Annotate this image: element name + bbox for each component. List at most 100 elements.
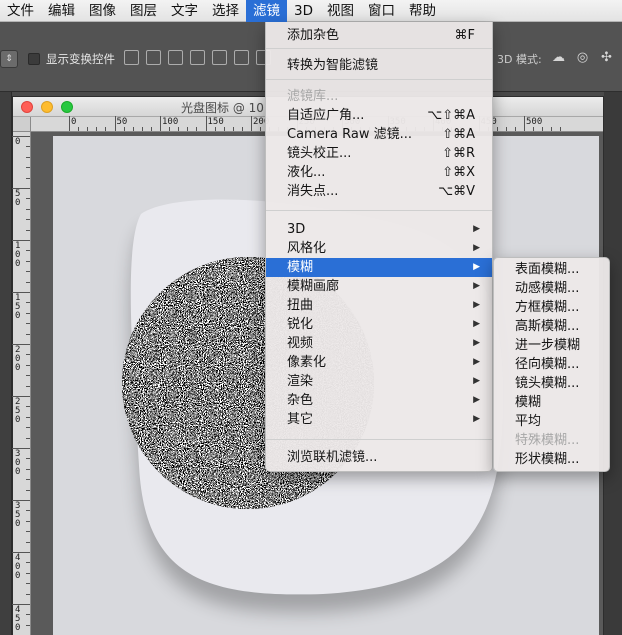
align-right-icon[interactable] (234, 50, 249, 65)
filter-menu-item[interactable]: 3D ▶ (266, 220, 492, 239)
filter-menu-item[interactable]: 其它 ▶ (266, 410, 492, 429)
ruler-minor-tick (560, 127, 562, 131)
filter-menu-item[interactable]: 模糊画廊 ▶ (266, 277, 492, 296)
filter-menu-item[interactable]: 镜头校正... ⇧⌘R (266, 144, 492, 163)
align-hcenter-icon[interactable] (212, 50, 227, 65)
blur-menu-item[interactable]: 平均 (494, 412, 609, 431)
ruler-origin[interactable] (13, 117, 31, 132)
blur-menu-item[interactable]: 动感模糊... (494, 279, 609, 298)
ruler-minor-tick (26, 250, 30, 252)
ruler-minor-tick (26, 364, 30, 366)
align-top-icon[interactable] (124, 50, 139, 65)
orbit-icon[interactable]: ☁ (550, 49, 567, 66)
blur-menu-item[interactable]: 镜头模糊... (494, 374, 609, 393)
menu-help[interactable]: 帮助 (402, 0, 443, 22)
menu-view[interactable]: 视图 (320, 0, 361, 22)
filter-menu-item[interactable]: 浏览联机滤镜... (266, 448, 492, 467)
ruler-minor-tick (26, 229, 30, 231)
filter-menu-item[interactable]: 添加杂色 ⌘F (266, 26, 492, 45)
vertical-ruler[interactable]: 0 5 0 1 0 0 1 5 0 2 0 0 2 5 0 3 0 0 3 5 0 4 0 0 4… (12, 132, 31, 635)
tool-preset-stepper[interactable]: ⇕ (0, 50, 18, 68)
menu-window[interactable]: 窗口 (361, 0, 402, 22)
menu-item-label: 渲染 (287, 374, 314, 389)
ruler-minor-tick (26, 354, 30, 356)
ruler-minor-tick (26, 385, 30, 387)
filter-menu-item[interactable]: 锐化 ▶ (266, 315, 492, 334)
ruler-minor-tick (542, 127, 544, 131)
roll-icon[interactable]: ◎ (574, 49, 591, 66)
menu-filter[interactable]: 滤镜 (246, 0, 287, 22)
menu-item-label: 模糊 (287, 260, 314, 275)
menu-item-shortcut: ⌘F (454, 28, 475, 43)
ruler-tick (160, 116, 161, 131)
menu-item-label: 其它 (287, 412, 314, 427)
blur-menu-item[interactable]: 径向模糊... (494, 355, 609, 374)
ruler-tick (114, 116, 116, 131)
ruler-minor-tick (26, 583, 30, 585)
menu-edit[interactable]: 编辑 (41, 0, 82, 22)
menu-item-label: 镜头校正... (287, 146, 352, 161)
filter-menu-item[interactable]: 扭曲 ▶ (266, 296, 492, 315)
pan-icon[interactable]: ✣ (598, 49, 615, 66)
filter-menu-item[interactable]: 自适应广角... ⌥⇧⌘A (266, 106, 492, 125)
submenu-arrow-icon: ▶ (473, 319, 480, 329)
blur-menu-item[interactable]: 形状模糊... (494, 450, 609, 469)
filter-menu-item[interactable]: 风格化 ▶ (266, 239, 492, 258)
menu-3d[interactable]: 3D (287, 0, 320, 22)
ruler-minor-tick (26, 208, 30, 210)
ruler-minor-tick (26, 531, 30, 533)
blur-menu-item[interactable]: 进一步模糊 (494, 336, 609, 355)
submenu-arrow-icon: ▶ (473, 300, 480, 310)
menu-item-label: 滤镜库... (287, 89, 339, 104)
ruler-minor-tick (178, 127, 180, 131)
filter-menu-item[interactable]: Camera Raw 滤镜... ⇧⌘A (266, 125, 492, 144)
menu-item-label: 视频 (287, 336, 314, 351)
filter-menu-item[interactable]: 液化... ⇧⌘X (266, 163, 492, 182)
menu-select[interactable]: 选择 (205, 0, 246, 22)
ruler-label: 0 (71, 117, 77, 127)
ruler-minor-tick (214, 127, 216, 131)
menu-separator (266, 439, 492, 440)
menu-item-label: 杂色 (287, 393, 314, 408)
ruler-minor-tick (26, 510, 30, 512)
show-transform-checkbox[interactable] (28, 53, 40, 65)
ruler-minor-tick (26, 541, 30, 543)
menu-layer[interactable]: 图层 (123, 0, 164, 22)
filter-menu-item[interactable]: 视频 ▶ (266, 334, 492, 353)
ruler-minor-tick (26, 333, 30, 335)
menu-item-label: 液化... (287, 165, 326, 180)
ruler-minor-tick (26, 520, 30, 522)
zoom-button[interactable] (61, 101, 73, 113)
ruler-minor-tick (26, 312, 30, 314)
menu-file[interactable]: 文件 (0, 0, 41, 22)
filter-menu-item[interactable]: 模糊 ▶ (266, 258, 492, 277)
filter-menu-item[interactable]: 杂色 ▶ (266, 391, 492, 410)
filter-menu-item[interactable]: 转换为智能滤镜 (266, 56, 492, 75)
filter-menu-item[interactable]: 渲染 ▶ (266, 372, 492, 391)
ruler-minor-tick (26, 271, 30, 273)
ruler-label: 1 5 0 (15, 293, 21, 321)
menu-type[interactable]: 文字 (164, 0, 205, 22)
minimize-button[interactable] (41, 101, 53, 113)
filter-menu-item[interactable]: 消失点... ⌥⌘V (266, 182, 492, 201)
ruler-minor-tick (26, 406, 30, 408)
blur-menu-item[interactable]: 方框模糊... (494, 298, 609, 317)
blur-menu-item[interactable]: 高斯模糊... (494, 317, 609, 336)
align-vcenter-icon[interactable] (146, 50, 161, 65)
submenu-arrow-icon: ▶ (473, 338, 480, 348)
ruler-minor-tick (26, 427, 30, 429)
ruler-minor-tick (26, 167, 30, 169)
submenu-arrow-icon: ▶ (473, 224, 480, 234)
ruler-minor-tick (141, 127, 143, 131)
ruler-minor-tick (150, 127, 152, 131)
ruler-label: 150 (207, 117, 224, 127)
align-bottom-icon[interactable] (168, 50, 183, 65)
ruler-minor-tick (260, 127, 262, 131)
blur-menu-item[interactable]: 表面模糊... (494, 260, 609, 279)
ruler-minor-tick (26, 562, 30, 564)
filter-menu-item[interactable]: 像素化 ▶ (266, 353, 492, 372)
close-button[interactable] (21, 101, 33, 113)
blur-menu-item[interactable]: 模糊 (494, 393, 609, 412)
menu-image[interactable]: 图像 (82, 0, 123, 22)
align-left-icon[interactable] (190, 50, 205, 65)
